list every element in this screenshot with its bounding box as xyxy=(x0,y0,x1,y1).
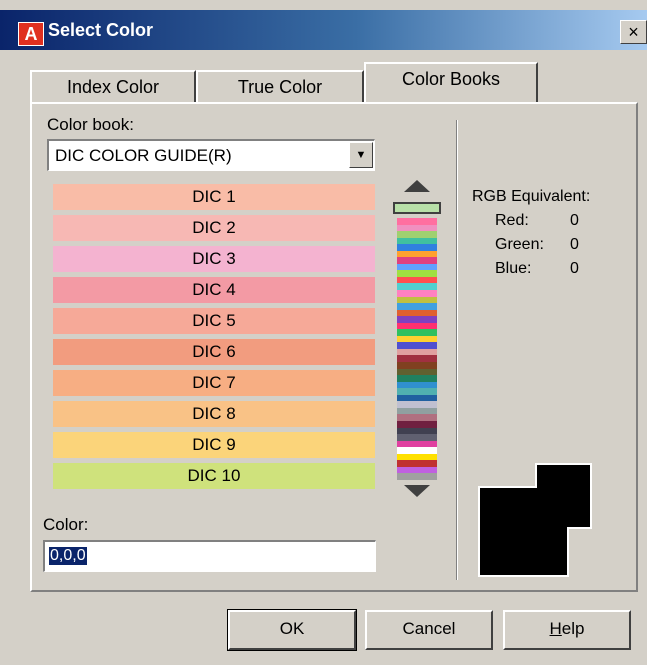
ok-button[interactable]: OK xyxy=(227,609,357,651)
color-label: Color: xyxy=(43,515,89,534)
tab-color-books[interactable]: Color Books xyxy=(364,62,538,102)
swatch-list[interactable]: DIC 1 DIC 2 DIC 3 DIC 4 DIC 5 DIC 6 DIC 7 DIC 8… xyxy=(53,184,375,494)
green-label: Green: xyxy=(495,236,544,253)
help-label: elp xyxy=(561,619,585,638)
window-title: Select Color xyxy=(48,20,154,40)
green-value: 0 xyxy=(570,236,579,253)
tab-true-color[interactable]: True Color xyxy=(196,70,364,104)
help-mnemonic: H xyxy=(549,619,562,638)
app-icon: A xyxy=(18,22,44,46)
color-input[interactable]: 0,0,0 xyxy=(43,540,376,572)
swatch-item[interactable]: DIC 6 xyxy=(53,339,375,365)
swatch-item[interactable]: DIC 2 xyxy=(53,215,375,241)
color-book-value: DIC COLOR GUIDE(R) xyxy=(55,146,232,165)
scroll-up-icon[interactable] xyxy=(404,180,430,192)
swatch-item[interactable]: DIC 10 xyxy=(53,463,375,489)
swatch-item[interactable]: DIC 4 xyxy=(53,277,375,303)
swatch-item[interactable]: DIC 7 xyxy=(53,370,375,396)
help-button[interactable]: Help xyxy=(503,610,631,650)
cancel-button[interactable]: Cancel xyxy=(365,610,493,650)
color-book-label: Color book: xyxy=(47,115,134,134)
color-scroller[interactable] xyxy=(390,180,445,500)
scroller-thumb[interactable] xyxy=(393,202,441,214)
red-label: Red: xyxy=(495,212,529,229)
color-stripes[interactable] xyxy=(397,218,437,480)
swatch-item[interactable]: DIC 5 xyxy=(53,308,375,334)
scroll-down-icon[interactable] xyxy=(404,485,430,497)
swatch-item[interactable]: DIC 1 xyxy=(53,184,375,210)
color-stripe[interactable] xyxy=(397,473,437,480)
swatch-item[interactable]: DIC 3 xyxy=(53,246,375,272)
divider xyxy=(456,120,458,580)
dropdown-arrow-icon[interactable]: ▼ xyxy=(349,142,373,168)
color-input-value: 0,0,0 xyxy=(49,547,87,565)
color-preview xyxy=(478,463,592,577)
close-button[interactable]: × xyxy=(620,20,647,44)
tab-index-color[interactable]: Index Color xyxy=(30,70,196,104)
red-value: 0 xyxy=(570,212,579,229)
rgb-heading: RGB Equivalent: xyxy=(472,188,591,205)
blue-label: Blue: xyxy=(495,260,532,277)
color-book-dropdown[interactable]: DIC COLOR GUIDE(R) ▼ xyxy=(47,139,375,171)
swatch-item[interactable]: DIC 8 xyxy=(53,401,375,427)
swatch-item[interactable]: DIC 9 xyxy=(53,432,375,458)
blue-value: 0 xyxy=(570,260,579,277)
